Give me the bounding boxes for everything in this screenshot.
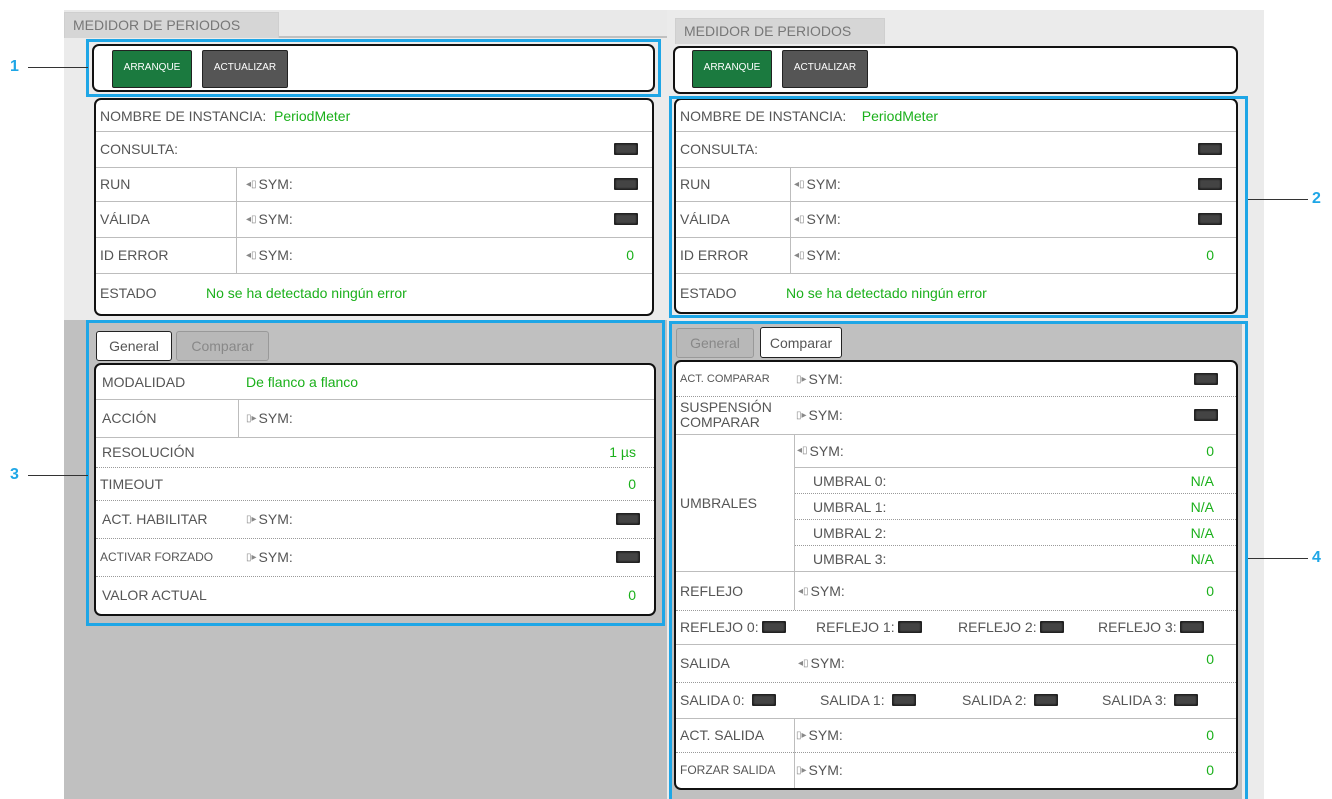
callout-3-number: 3 [10, 466, 19, 483]
callout-1-line [28, 67, 88, 68]
state-label: ESTADO [100, 285, 157, 301]
error-id-value: 0 [626, 247, 634, 263]
error-id-label: ID ERROR [100, 247, 169, 263]
callout-2-number: 2 [1312, 190, 1321, 207]
valid-label: VÁLIDA [100, 211, 150, 227]
instance-name-label: NOMBRE DE INSTANCIA: [100, 107, 267, 124]
input-arrow-icon: ◂▯ [246, 213, 257, 225]
run-led-icon [614, 178, 638, 190]
callout-4-line [1248, 558, 1308, 559]
callout-1-number: 1 [10, 58, 19, 75]
callout-4-number: 4 [1312, 549, 1321, 566]
update-button-right[interactable]: ACTUALIZAR [782, 50, 868, 88]
highlight-1 [86, 39, 661, 97]
highlight-3 [86, 320, 665, 626]
run-label: RUN [100, 176, 131, 192]
highlight-4 [669, 321, 1248, 799]
callout-3-line [28, 475, 88, 476]
input-arrow-icon: ◂▯ [246, 178, 257, 190]
highlight-2 [669, 96, 1248, 318]
right-panel-title: MEDIDOR DE PERIODOS [675, 18, 885, 44]
instance-name-value: PeriodMeter [273, 107, 351, 124]
error-id-sym[interactable]: SYM: [259, 247, 293, 263]
valid-sym[interactable]: SYM: [259, 211, 293, 227]
start-button-right[interactable]: ARRANQUE [692, 50, 772, 88]
run-sym[interactable]: SYM: [259, 176, 293, 192]
left-info-box: NOMBRE DE INSTANCIA: PeriodMeter CONSULT… [94, 98, 654, 316]
query-led-icon [614, 143, 638, 155]
callout-2-line [1248, 199, 1308, 200]
valid-led-icon [614, 213, 638, 225]
state-value: No se ha detectado ningún error [206, 285, 407, 301]
query-label: CONSULTA: [100, 141, 179, 157]
input-arrow-icon: ◂▯ [246, 249, 257, 261]
left-panel-title: MEDIDOR DE PERIODOS [64, 12, 279, 38]
